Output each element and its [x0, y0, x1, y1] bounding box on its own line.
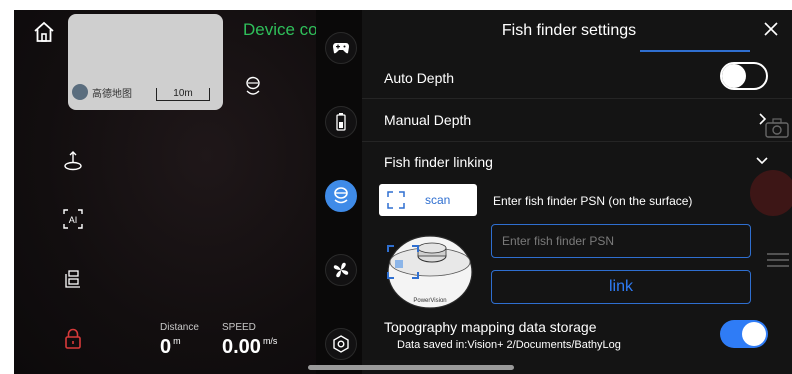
ai-icon: AI	[63, 209, 83, 229]
app-screen: 高德地图 10m Device con AI Distance 0 m SPEE…	[14, 10, 792, 374]
sliders-ghost-icon	[767, 253, 789, 267]
ai-button[interactable]: AI	[62, 208, 84, 230]
fan-icon	[333, 262, 349, 278]
psn-input[interactable]	[491, 224, 751, 258]
topography-storage-toggle[interactable]	[720, 320, 768, 348]
battery-button[interactable]	[325, 106, 357, 138]
topography-storage-label: Topography mapping data storage	[384, 319, 597, 335]
map-logo: 高德地图	[72, 84, 132, 100]
fish-finder-settings-panel: Fish finder settings Auto Depth Manual D…	[362, 10, 792, 374]
speed-unit: m/s	[262, 336, 278, 346]
speed-label: SPEED	[222, 322, 256, 333]
fan-button[interactable]	[325, 254, 357, 286]
scan-label: scan	[425, 193, 451, 207]
fish-finder-status-icon	[246, 76, 260, 95]
chevron-right-icon	[759, 113, 767, 125]
auto-depth-toggle[interactable]	[720, 62, 768, 90]
home-icon	[34, 21, 54, 42]
map-provider-logo-icon	[72, 84, 88, 100]
data-saved-path: Data saved in:Vision+ 2/Documents/BathyL…	[397, 339, 621, 351]
distance-unit: m	[173, 336, 181, 346]
link-button[interactable]: link	[491, 270, 751, 304]
map-provider-name: 高德地图	[92, 88, 132, 100]
manual-depth-row[interactable]: Manual Depth	[362, 99, 792, 142]
scan-button[interactable]: scan	[379, 184, 477, 216]
lock-icon	[65, 328, 81, 349]
auto-depth-label: Auto Depth	[384, 70, 455, 86]
mini-map[interactable]: 高德地图 10m	[68, 14, 223, 110]
battery-icon	[336, 113, 346, 131]
return-home-button[interactable]	[62, 150, 84, 172]
gamepad-icon	[333, 43, 349, 54]
toggle-knob	[742, 322, 766, 346]
route-icon	[65, 270, 80, 288]
panel-title: Fish finder settings	[501, 22, 637, 39]
title-underline	[640, 50, 750, 52]
settings-hex-icon	[333, 335, 349, 353]
home-button[interactable]	[32, 20, 56, 44]
home-indicator	[308, 365, 514, 370]
chevron-down-icon	[756, 157, 768, 165]
manual-depth-label: Manual Depth	[384, 112, 472, 128]
speed-value: 0.00 m/s	[222, 336, 278, 358]
device-brand-label: PowerVision	[413, 298, 446, 304]
close-button[interactable]	[762, 20, 780, 38]
distance-label: Distance	[160, 322, 199, 333]
fish-finder-linking-row[interactable]: Fish finder linking	[362, 142, 792, 184]
device-connection-status: Device con	[243, 20, 323, 39]
psn-instruction: Enter fish finder PSN (on the surface)	[493, 194, 693, 208]
auto-depth-row: Auto Depth	[362, 56, 792, 99]
system-settings-button[interactable]	[325, 328, 357, 360]
toggle-knob	[722, 64, 746, 88]
map-scale-bar: 10m	[156, 88, 210, 101]
close-icon	[764, 22, 778, 36]
fish-finder-linking-label: Fish finder linking	[384, 154, 493, 170]
fish-finder-device-image: PowerVision	[387, 235, 473, 309]
lock-button[interactable]	[64, 328, 82, 350]
fish-finder-icon	[334, 187, 348, 204]
scan-icon	[387, 191, 405, 209]
fish-finder-button[interactable]	[325, 180, 357, 212]
return-home-icon	[64, 151, 82, 171]
route-button[interactable]	[62, 268, 84, 290]
svg-text:AI: AI	[69, 215, 78, 225]
gamepad-button[interactable]	[325, 32, 357, 64]
distance-value: 0m	[160, 336, 181, 358]
